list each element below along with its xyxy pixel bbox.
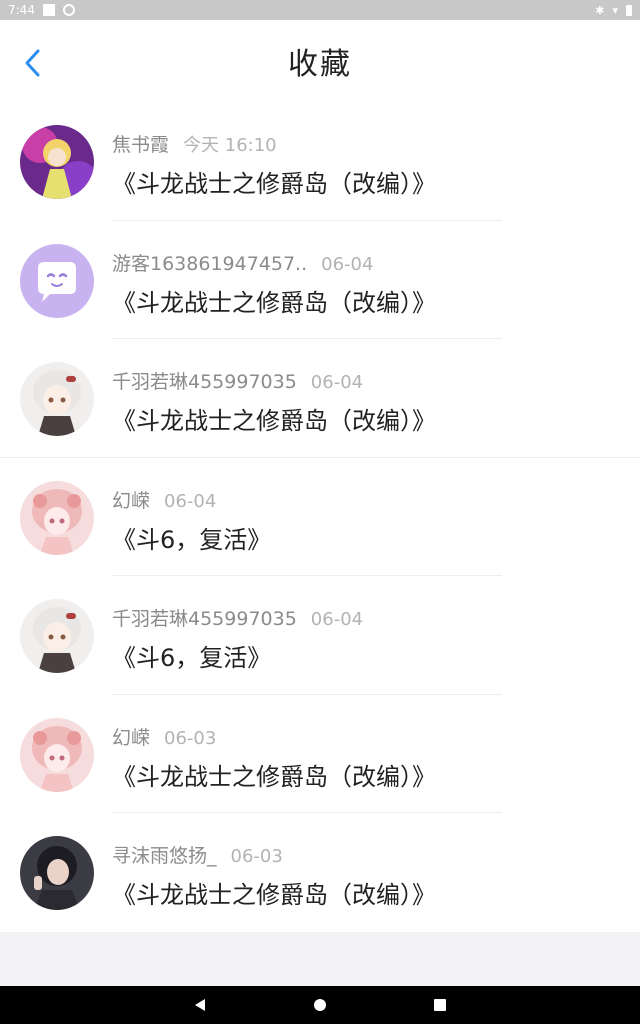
- timestamp: 06-04: [310, 609, 364, 630]
- username: 焦书霞: [112, 134, 170, 156]
- sync-icon: [62, 4, 75, 16]
- list-item[interactable]: 游客163861947457.. 06-04 《斗龙战士之修爵岛（改编）》: [0, 221, 640, 339]
- list-item[interactable]: 幻嵘 06-04 《斗6，复活》: [0, 458, 640, 576]
- photo-person-avatar[interactable]: [20, 836, 94, 910]
- triangle-back-icon: [195, 999, 205, 1011]
- favorite-title: 《斗6，复活》: [112, 525, 272, 554]
- favorite-title: 《斗龙战士之修爵岛（改编）》: [112, 881, 436, 909]
- header: 收藏: [0, 20, 640, 103]
- favorite-title: 《斗6，复活》: [112, 644, 272, 672]
- back-nav-button[interactable]: [190, 995, 210, 1015]
- list-item[interactable]: 幻嵘 06-03 《斗龙战士之修爵岛（改编）》: [0, 695, 640, 813]
- battery-icon: [626, 4, 632, 16]
- anime-character-avatar[interactable]: [20, 125, 94, 199]
- home-nav-button[interactable]: [310, 995, 330, 1015]
- username: 幻嵘: [112, 726, 151, 749]
- list-item[interactable]: 千羽若琳455997035 06-04 《斗6，复活》: [0, 576, 640, 695]
- white-hair-girl-avatar[interactable]: [20, 362, 94, 436]
- chat-bubble-avatar[interactable]: [20, 243, 94, 318]
- timestamp: 06-03: [164, 727, 217, 749]
- favorite-title: 《斗龙战士之修爵岛（改编）》: [112, 288, 436, 317]
- timestamp: 06-04: [310, 372, 364, 393]
- page-title: 收藏: [288, 47, 352, 82]
- status-time: 7:44: [8, 3, 35, 17]
- recents-nav-button[interactable]: [430, 995, 450, 1015]
- screen: 7:44 ✱ ▾ 收藏 焦书霞 今天 16:10 《斗龙战士之修爵岛（改编）》 …: [0, 0, 640, 1024]
- notification-icon: [42, 4, 55, 16]
- list-item[interactable]: 千羽若琳455997035 06-04 《斗龙战士之修爵岛（改编）》: [0, 339, 640, 458]
- username: 寻沫雨悠扬_: [112, 845, 217, 867]
- chevron-left-icon: [25, 49, 40, 77]
- white-hair-girl-avatar[interactable]: [20, 599, 94, 673]
- favorites-list: 焦书霞 今天 16:10 《斗龙战士之修爵岛（改编）》 游客1638619474…: [0, 102, 640, 932]
- username: 千羽若琳455997035: [112, 371, 297, 393]
- username: 千羽若琳455997035: [112, 608, 297, 630]
- username: 幻嵘: [112, 489, 151, 512]
- timestamp: 今天 16:10: [183, 135, 277, 156]
- favorite-title: 《斗龙战士之修爵岛（改编）》: [112, 762, 436, 791]
- favorite-title: 《斗龙战士之修爵岛（改编）》: [112, 407, 436, 435]
- back-button[interactable]: [18, 48, 48, 78]
- timestamp: 06-04: [321, 253, 374, 275]
- navigation-bar: [0, 986, 640, 1024]
- favorite-title: 《斗龙战士之修爵岛（改编）》: [112, 170, 436, 198]
- pink-hair-girl-avatar[interactable]: [20, 480, 94, 555]
- list-item[interactable]: 寻沫雨悠扬_ 06-03 《斗龙战士之修爵岛（改编）》: [0, 813, 640, 932]
- status-bar: 7:44 ✱ ▾: [0, 0, 640, 20]
- timestamp: 06-04: [164, 490, 217, 512]
- timestamp: 06-03: [230, 846, 283, 867]
- username: 游客163861947457..: [112, 252, 308, 275]
- square-recents-icon: [434, 999, 446, 1011]
- list-item[interactable]: 焦书霞 今天 16:10 《斗龙战士之修爵岛（改编）》: [0, 102, 640, 221]
- wifi-icon: ▾: [612, 3, 618, 17]
- bluetooth-icon: ✱: [595, 3, 605, 17]
- pink-hair-girl-avatar[interactable]: [20, 717, 94, 792]
- circle-home-icon: [314, 999, 326, 1011]
